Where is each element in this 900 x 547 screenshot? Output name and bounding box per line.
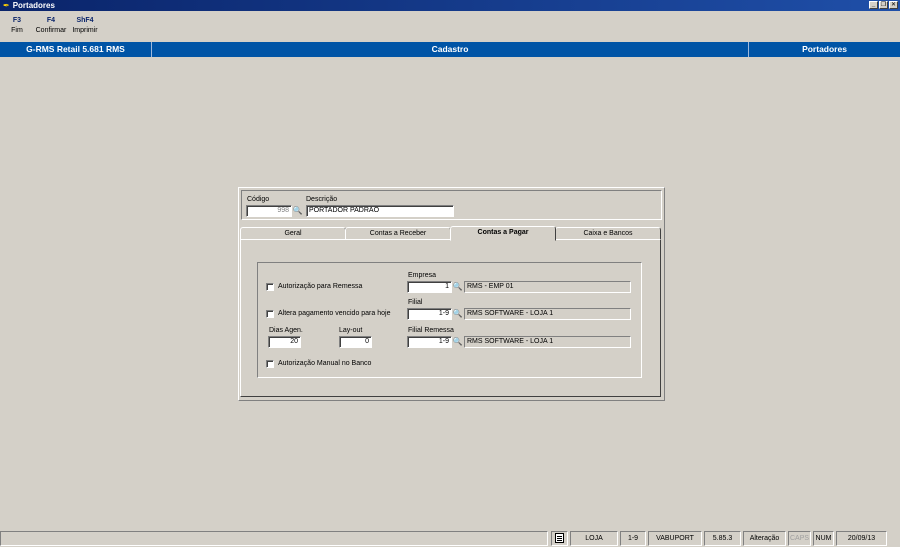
fkey-key: ShF4	[76, 17, 94, 24]
filial-label: Filial	[408, 299, 423, 306]
module-name: Portadores	[802, 44, 847, 54]
filial-remessa-desc-field: RMS SOFTWARE - LOJA 1	[464, 336, 631, 348]
altera-pagamento-label: Altera pagamento vencido para hoje	[278, 310, 391, 317]
descricao-label: Descrição	[306, 196, 338, 203]
fkey-key: F3	[12, 17, 22, 24]
status-message	[0, 531, 548, 546]
empresa-desc-field: RMS - EMP 01	[464, 281, 631, 293]
autorizacao-remessa-checkbox[interactable]	[266, 283, 274, 291]
window-title: Portadores	[12, 1, 55, 10]
status-version: 5.85.3	[704, 531, 741, 546]
empresa-label: Empresa	[408, 272, 437, 279]
binoculars-icon[interactable]: 🔍	[452, 281, 463, 293]
section-name: Cadastro	[152, 42, 749, 57]
filial-remessa-code-field[interactable]: 1-9	[407, 336, 452, 348]
function-key-bar: F3 Fim F4 Confirmar ShF4 Imprimir	[0, 15, 102, 41]
autorizacao-remessa-label: Autorização para Remessa	[278, 283, 363, 290]
status-caps: CAPS	[788, 531, 811, 546]
status-loja-code: 1-9	[620, 531, 646, 546]
close-button[interactable]: ✕	[889, 1, 898, 9]
minimize-button[interactable]: _	[869, 1, 878, 9]
binoculars-icon[interactable]: 🔍	[292, 205, 303, 217]
binoculars-icon[interactable]: 🔍	[452, 336, 463, 348]
app-icon: ✒	[3, 1, 10, 10]
title-bar: ✒ Portadores _ ❐ ✕	[0, 0, 900, 11]
status-bar: LOJA 1-9 VABUPORT 5.85.3 Alteração CAPS …	[0, 530, 900, 547]
fkey-label: Fim	[11, 27, 23, 34]
layout-label: Lay-out	[339, 327, 363, 334]
dias-agen-label: Dias Agen.	[269, 327, 303, 334]
fkey-key: F4	[46, 17, 56, 24]
tab-page-contas-a-pagar: Autorização para Remessa Altera pagament…	[240, 239, 661, 397]
restore-button[interactable]: ❐	[879, 1, 888, 9]
fkey-fim[interactable]: F3 Fim	[0, 15, 34, 41]
codigo-field[interactable]: 998	[246, 205, 292, 217]
filial-desc-field: RMS SOFTWARE - LOJA 1	[464, 308, 631, 320]
product-name: G-RMS Retail 5.681 RMS	[0, 42, 152, 57]
fkey-imprimir[interactable]: ShF4 Imprimir	[68, 15, 102, 41]
empresa-code-field[interactable]: 1	[407, 281, 452, 293]
document-icon	[555, 533, 564, 543]
layout-field[interactable]: 0	[339, 336, 372, 348]
window-controls: _ ❐ ✕	[869, 1, 898, 9]
binoculars-icon[interactable]: 🔍	[452, 308, 463, 320]
status-date: 20/09/13	[836, 531, 887, 546]
status-num: NUM	[813, 531, 834, 546]
filial-remessa-label: Filial Remessa	[408, 327, 454, 334]
status-program: VABUPORT	[648, 531, 702, 546]
fkey-confirmar[interactable]: F4 Confirmar	[34, 15, 68, 41]
fkey-label: Imprimir	[72, 27, 98, 34]
pagar-group: Autorização para Remessa Altera pagament…	[257, 262, 642, 378]
descricao-field[interactable]: PORTADOR PADRAO	[306, 205, 454, 217]
autorizacao-manual-label: Autorização Manual no Banco	[278, 360, 372, 367]
fkey-label: Confirmar	[35, 27, 67, 34]
codigo-label: Código	[247, 196, 270, 203]
tab-contas-a-pagar[interactable]: Contas a Pagar	[450, 226, 556, 241]
filial-code-field[interactable]: 1-9	[407, 308, 452, 320]
status-loja: LOJA	[570, 531, 618, 546]
header-strip: G-RMS Retail 5.681 RMS Cadastro Portador…	[0, 42, 900, 57]
code-group: Código 998 🔍 Descrição PORTADOR PADRAO	[241, 190, 662, 220]
dias-agen-field[interactable]: 20	[268, 336, 301, 348]
status-mode: Alteração	[743, 531, 786, 546]
status-doc	[551, 531, 568, 546]
altera-pagamento-checkbox[interactable]	[266, 310, 274, 318]
autorizacao-manual-checkbox[interactable]	[266, 360, 274, 368]
